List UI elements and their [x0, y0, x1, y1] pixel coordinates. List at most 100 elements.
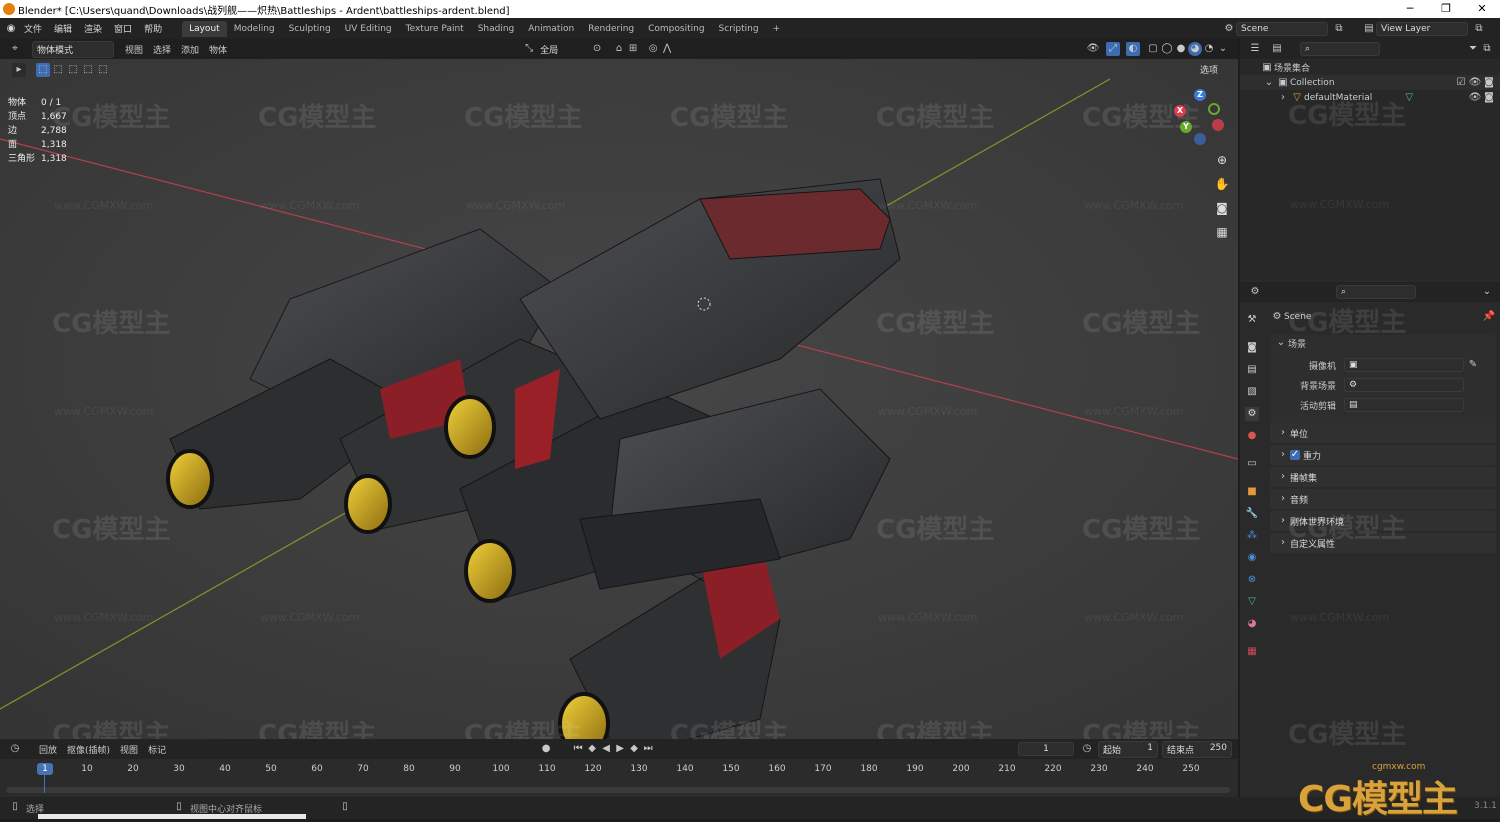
pin-icon[interactable]: 📌 [1482, 310, 1496, 324]
end-frame-field[interactable]: 结束点 250 [1162, 740, 1232, 758]
timeline-track[interactable]: 1102030405060708090100110120130140150160… [0, 759, 1238, 797]
scene-tab-icon[interactable]: ⚙ [1245, 407, 1259, 421]
camera-view-icon[interactable]: ◙ [1213, 199, 1231, 217]
active-clip-field[interactable]: ▤ [1344, 398, 1464, 412]
transform-orientation-dropdown[interactable]: 全局 [536, 42, 582, 57]
constraints-tab-icon[interactable]: ⊗ [1245, 573, 1259, 587]
scene-icon[interactable]: ⚙ [1222, 22, 1236, 36]
outliner-row-object[interactable]: › ▽ defaultMaterial ▽ 👁 ◙ [1240, 90, 1500, 105]
eyedropper-icon[interactable]: ✎ [1466, 358, 1480, 372]
workspace-tab-sculpting[interactable]: Sculpting [282, 21, 338, 37]
new-view-layer-icon[interactable]: ⧉ [1472, 22, 1486, 36]
filter-icon[interactable]: ⏷ [1466, 42, 1480, 56]
editor-type-icon[interactable]: ⌖ [8, 42, 22, 56]
gizmo-y-axis[interactable]: Y [1180, 121, 1192, 133]
toolbar-select-tool-icon[interactable]: ▸ [12, 63, 26, 77]
outliner-row-scene-collection[interactable]: ▣ 场景集合 [1240, 60, 1500, 75]
maximize-button[interactable]: ❐ [1428, 0, 1464, 18]
preview-range-icon[interactable]: ◷ [1080, 742, 1094, 756]
timeline-editor-icon[interactable]: ◷ [8, 742, 22, 756]
gizmo-neg-z-axis[interactable] [1194, 133, 1206, 145]
expand-arrow-icon[interactable]: ⌄ [1262, 76, 1276, 90]
view-layer-selector[interactable]: View Layer [1376, 21, 1468, 36]
overlay-toggle-icon[interactable]: ◐ [1126, 42, 1140, 56]
xray-icon[interactable]: ▢ [1146, 42, 1160, 56]
camera-field[interactable]: ▣ [1344, 358, 1464, 372]
panel-rigid-body-world[interactable]: › 刚体世界环境 [1270, 511, 1496, 531]
gizmo-z-axis[interactable]: Z [1194, 89, 1206, 101]
falloff-icon[interactable]: ⋀ [660, 42, 674, 56]
snap-target-icon[interactable]: ⊞ [626, 42, 640, 56]
select-intersect-icon[interactable]: ⬚ [96, 63, 110, 77]
workspace-tab-animation[interactable]: Animation [521, 21, 581, 37]
zoom-icon[interactable]: ⊕ [1213, 151, 1231, 169]
workspace-tab-layout[interactable]: Layout [182, 20, 227, 37]
gizmo-toggle-icon[interactable]: ⤢ [1106, 42, 1120, 56]
view-layer-tab-icon[interactable]: ▧ [1245, 385, 1259, 399]
workspace-tab-shading[interactable]: Shading [471, 21, 522, 37]
material-tab-icon[interactable]: ◕ [1245, 617, 1259, 631]
select-invert-icon[interactable]: ⬚ [81, 63, 95, 77]
outliner-row-collection[interactable]: ⌄ ▣ Collection ☑ 👁 ◙ [1240, 75, 1500, 90]
outliner-search-input[interactable]: ⌕ [1300, 42, 1380, 56]
visibility-icon[interactable]: 👁 [1086, 42, 1100, 56]
gizmo-neg-x-axis[interactable] [1212, 119, 1224, 131]
next-keyframe-icon[interactable]: ◆ [627, 742, 641, 756]
blender-menu-icon[interactable]: ◉ [4, 22, 18, 36]
world-tab-icon[interactable]: ● [1245, 429, 1259, 443]
select-box-icon[interactable]: ⬚ [36, 63, 50, 77]
minimize-button[interactable]: ─ [1392, 0, 1428, 18]
physics-tab-icon[interactable]: ◉ [1245, 551, 1259, 565]
select-extend-icon[interactable]: ⬚ [51, 63, 65, 77]
expand-arrow-icon[interactable]: › [1276, 514, 1290, 528]
display-mode-icon[interactable]: ▤ [1270, 42, 1284, 56]
scene-panel-header[interactable]: ⌄ 场景 [1270, 335, 1496, 351]
menu-help[interactable]: 帮助 [138, 22, 168, 35]
gizmo-neg-y-axis[interactable] [1208, 103, 1220, 115]
shading-options-icon[interactable]: ⌄ [1216, 42, 1230, 56]
eye-icon[interactable]: 👁 [1468, 76, 1482, 90]
tool-tab-icon[interactable]: ⚒ [1245, 313, 1259, 327]
record-icon[interactable]: ● [539, 742, 553, 756]
checkbox-icon[interactable]: ☑ [1454, 76, 1468, 90]
proportional-edit-icon[interactable]: ◎ [646, 42, 660, 56]
expand-arrow-icon[interactable]: › [1276, 448, 1290, 462]
panel-units[interactable]: › 单位 [1270, 423, 1496, 443]
snap-icon[interactable]: ⌂ [612, 42, 626, 56]
workspace-tab-modeling[interactable]: Modeling [227, 21, 282, 37]
workspace-tab-rendering[interactable]: Rendering [581, 21, 641, 37]
perspective-grid-icon[interactable]: ▦ [1213, 223, 1231, 241]
transform-orientation-icon[interactable]: ⤡ [522, 42, 536, 56]
jump-start-icon[interactable]: ⏮ [571, 742, 585, 756]
scene-selector[interactable]: Scene [1236, 21, 1328, 36]
collapse-arrow-icon[interactable]: ⌄ [1274, 336, 1288, 350]
timeline-menu-playback[interactable]: 回放 [34, 743, 62, 756]
properties-editor-icon[interactable]: ⚙ [1248, 285, 1262, 299]
new-collection-icon[interactable]: ⧉ [1480, 42, 1494, 56]
menu-edit[interactable]: 编辑 [48, 22, 78, 35]
timeline-menu-keying[interactable]: 抠像(插帧) [62, 743, 115, 756]
panel-keying-sets[interactable]: › 播帧集 [1270, 467, 1496, 487]
expand-arrow-icon[interactable]: › [1276, 492, 1290, 506]
output-tab-icon[interactable]: ▤ [1245, 363, 1259, 377]
add-workspace-button[interactable]: + [766, 21, 788, 37]
menu-window[interactable]: 窗口 [108, 22, 138, 35]
expand-arrow-icon[interactable]: › [1276, 536, 1290, 550]
object-tab-icon[interactable]: ■ [1245, 485, 1259, 499]
properties-options-icon[interactable]: ⌄ [1480, 285, 1494, 299]
pivot-icon[interactable]: ⊙ [590, 42, 604, 56]
jump-end-icon[interactable]: ⏭ [641, 742, 655, 756]
outliner-editor-icon[interactable]: ☰ [1248, 42, 1262, 56]
expand-arrow-icon[interactable]: › [1276, 91, 1290, 105]
collection-tab-icon[interactable]: ▭ [1245, 457, 1259, 471]
background-scene-field[interactable]: ⚙ [1344, 378, 1464, 392]
properties-search-input[interactable]: ⌕ [1336, 285, 1416, 299]
panel-audio[interactable]: › 音频 [1270, 489, 1496, 509]
viewport-menu-view[interactable]: 视图 [120, 43, 148, 56]
material-shading-icon[interactable]: ◕ [1188, 42, 1202, 56]
expand-arrow-icon[interactable]: › [1276, 426, 1290, 440]
viewport-menu-add[interactable]: 添加 [176, 43, 204, 56]
render-tab-icon[interactable]: ◙ [1245, 341, 1259, 355]
start-frame-field[interactable]: 起始 1 [1098, 740, 1158, 758]
viewport-menu-select[interactable]: 选择 [148, 43, 176, 56]
